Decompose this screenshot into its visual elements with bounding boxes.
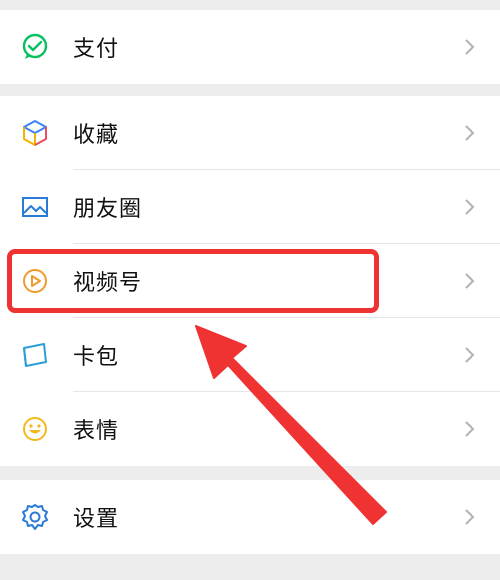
menu-item-cards[interactable]: 卡包 <box>0 318 500 392</box>
image-icon <box>20 192 50 222</box>
chevron-right-icon <box>464 508 476 526</box>
cube-icon <box>20 118 50 148</box>
menu-item-settings-label: 设置 <box>73 507 120 532</box>
smiley-icon <box>20 414 50 444</box>
chevron-right-icon <box>464 124 476 142</box>
wechat-pay-icon <box>20 32 50 62</box>
gear-icon <box>20 502 50 532</box>
menu-item-settings[interactable]: 设置 <box>0 480 500 554</box>
menu-item-favorites[interactable]: 收藏 <box>0 96 500 170</box>
chevron-right-icon <box>464 198 476 216</box>
chevron-right-icon <box>464 38 476 56</box>
chevron-right-icon <box>464 272 476 290</box>
menu-item-moments-label: 朋友圈 <box>73 197 143 222</box>
menu-item-favorites-label: 收藏 <box>73 123 120 148</box>
settings-group: 设置 <box>0 480 500 554</box>
menu-item-stickers[interactable]: 表情 <box>0 392 500 466</box>
card-wallet-icon <box>20 340 50 370</box>
wechat-me-screen: 支付 收藏 朋友圈 视频号 卡包 表情 设置 <box>0 0 500 580</box>
menu-item-moments[interactable]: 朋友圈 <box>0 170 500 244</box>
highlight-box-annotation <box>7 249 379 313</box>
chevron-right-icon <box>464 420 476 438</box>
menu-item-payment-label: 支付 <box>73 37 120 62</box>
payment-group: 支付 <box>0 10 500 84</box>
menu-item-payment[interactable]: 支付 <box>0 10 500 84</box>
menu-item-stickers-label: 表情 <box>73 419 120 444</box>
chevron-right-icon <box>464 346 476 364</box>
menu-item-cards-label: 卡包 <box>73 345 120 370</box>
